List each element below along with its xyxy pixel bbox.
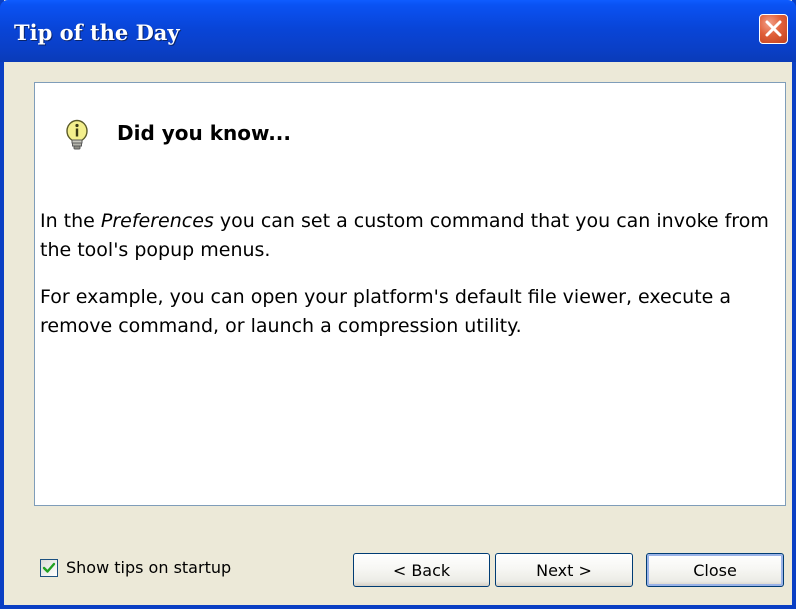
- back-button[interactable]: < Back: [353, 553, 490, 587]
- show-tips-label: Show tips on startup: [66, 558, 232, 577]
- close-icon: [765, 20, 782, 37]
- title-bar[interactable]: Tip of the Day: [0, 0, 796, 62]
- tip-content-panel: Did you know... In the Preferences you c…: [34, 82, 786, 506]
- close-button[interactable]: Close: [646, 553, 784, 587]
- window-title: Tip of the Day: [14, 20, 180, 45]
- title-close-button[interactable]: [759, 14, 788, 44]
- checkmark-icon: [42, 562, 56, 573]
- tip-paragraph-2: For example, you can open your platform'…: [40, 286, 732, 337]
- tip-p1-before: In the: [40, 210, 101, 232]
- tip-paragraph-1: In the Preferences you can set a custom …: [40, 207, 778, 265]
- next-button[interactable]: Next >: [495, 553, 633, 587]
- tip-heading: Did you know...: [117, 121, 291, 145]
- checkbox-box[interactable]: [40, 559, 58, 577]
- tip-of-the-day-dialog: Tip of the Day Did you know... In the Pr…: [0, 0, 796, 609]
- show-tips-checkbox[interactable]: Show tips on startup: [40, 558, 231, 578]
- tip-p1-emphasis: Preferences: [100, 210, 214, 232]
- lightbulb-info-icon: [66, 119, 88, 150]
- tip-body: In the Preferences you can set a custom …: [40, 207, 778, 359]
